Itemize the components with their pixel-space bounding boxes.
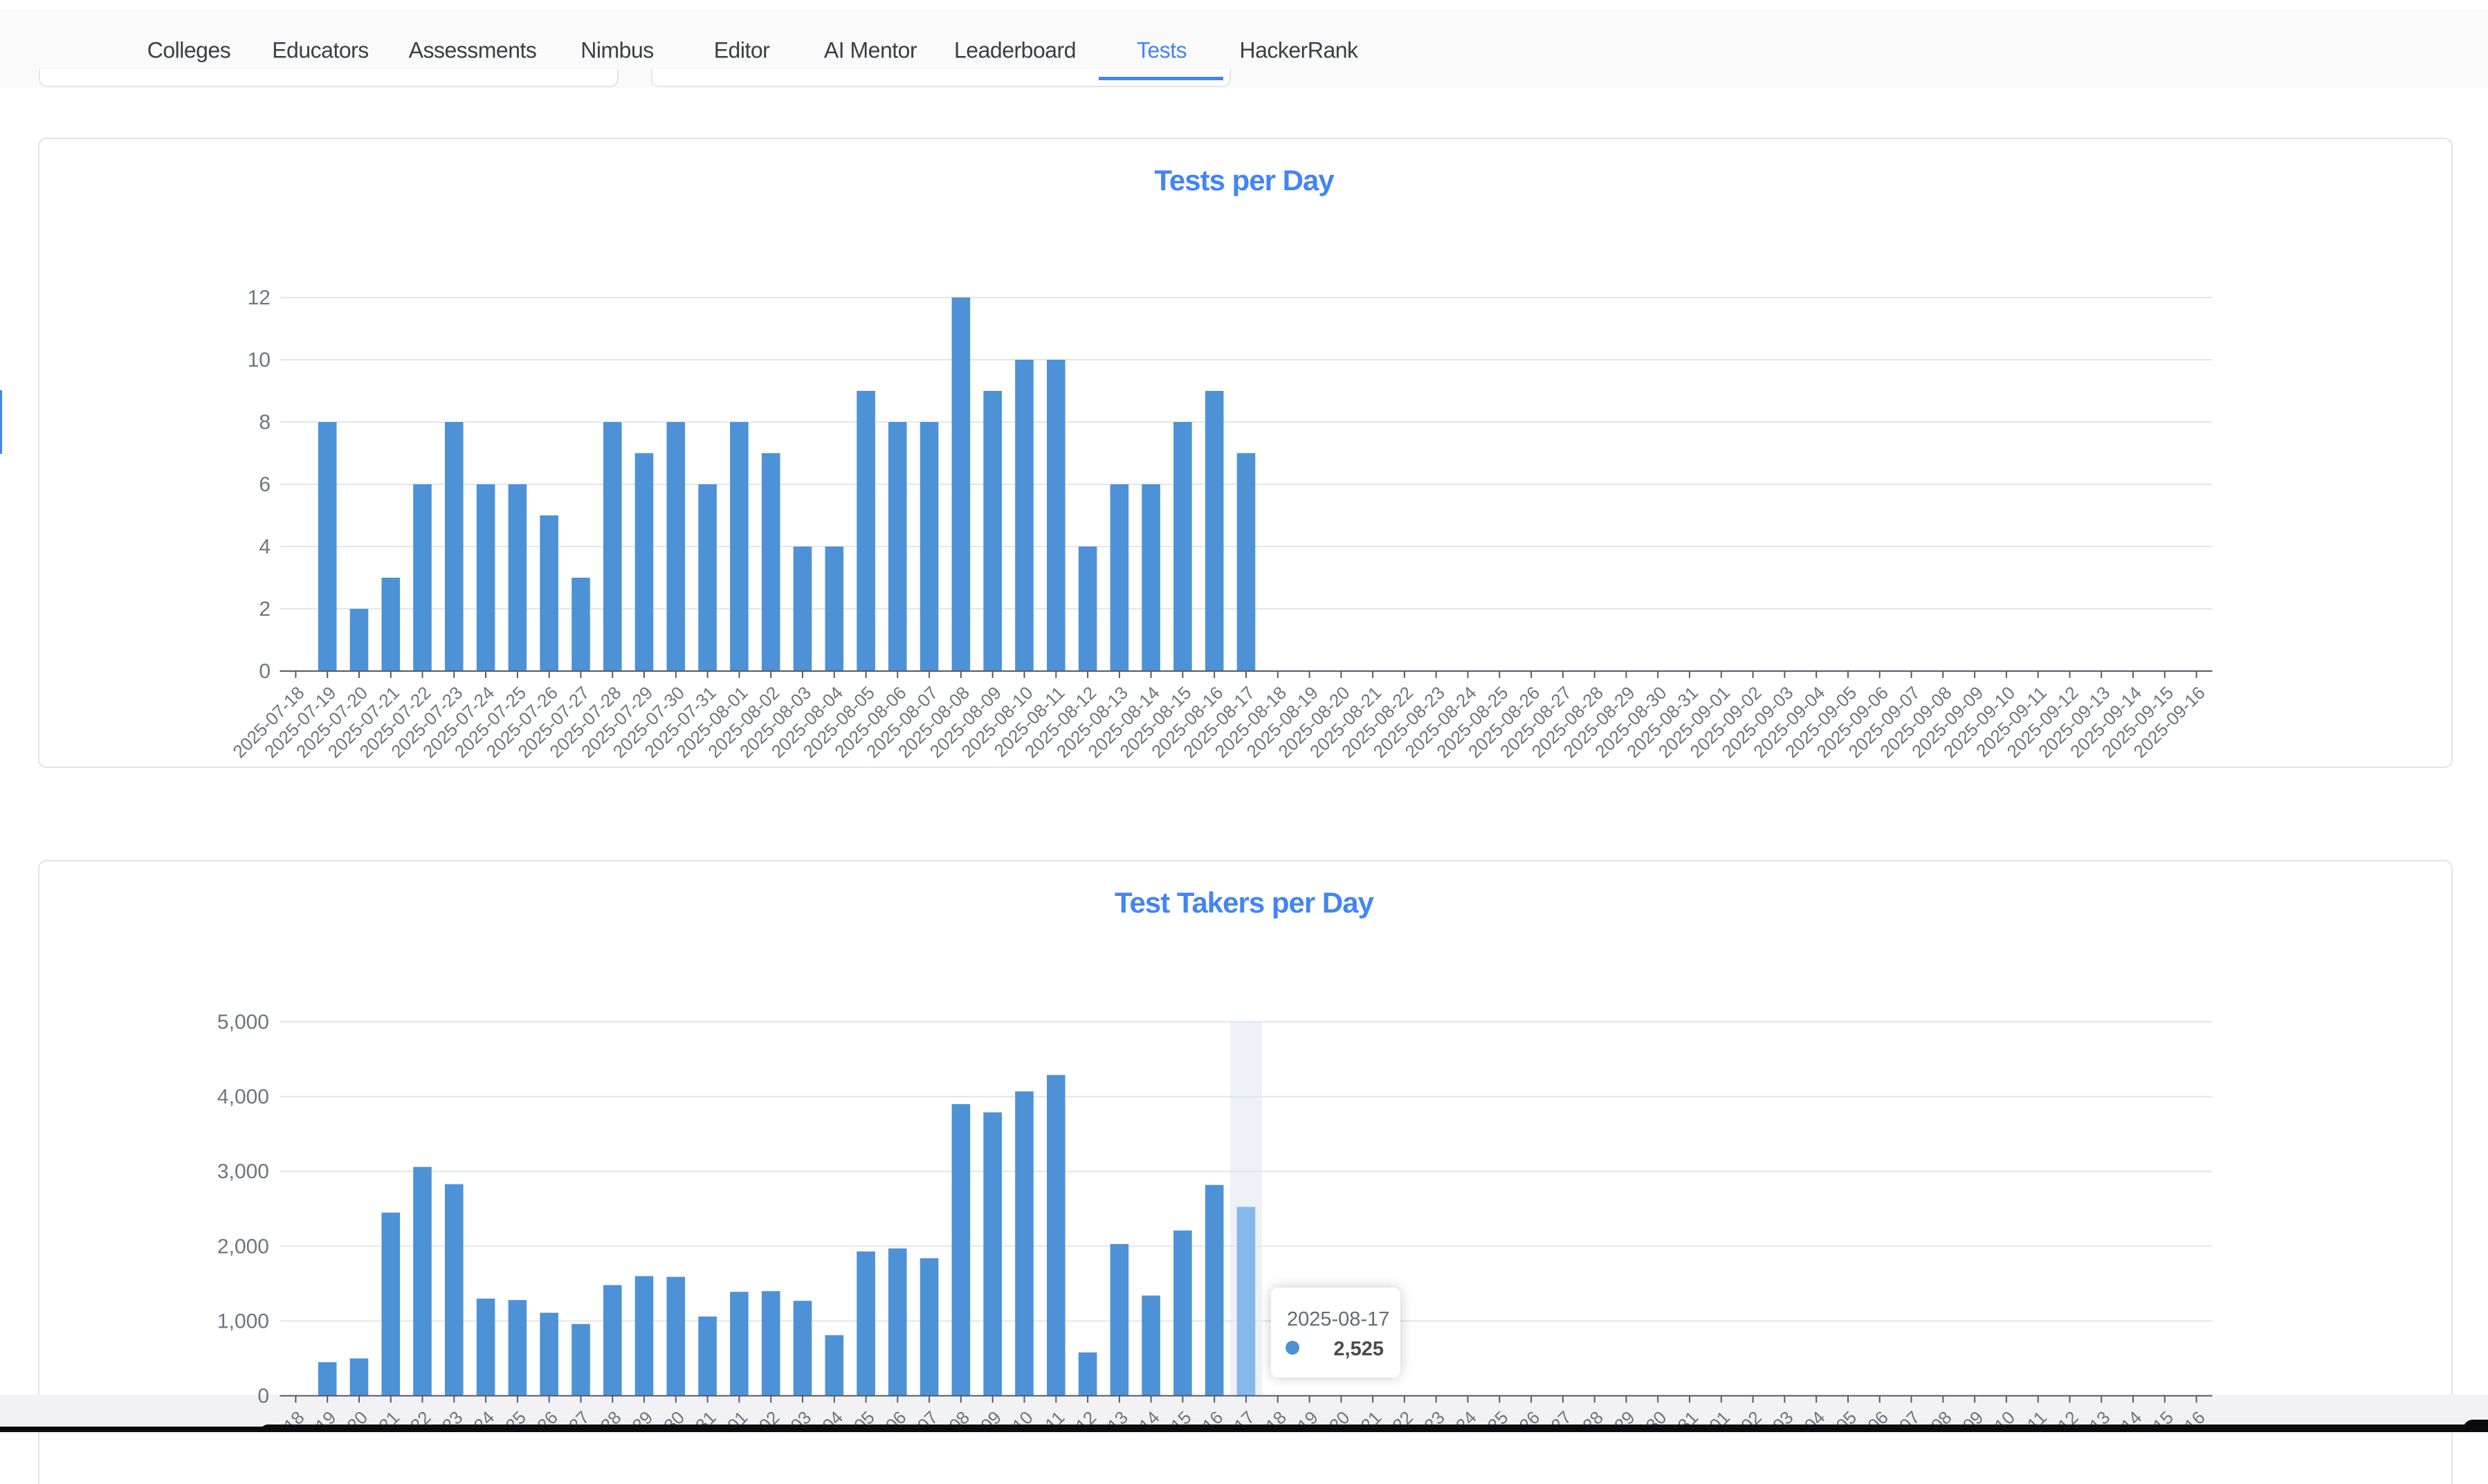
svg-text:0: 0 <box>257 1385 269 1408</box>
svg-text:1,000: 1,000 <box>217 1310 269 1332</box>
svg-text:3,000: 3,000 <box>217 1160 269 1183</box>
svg-text:4,000: 4,000 <box>217 1085 269 1108</box>
svg-text:5,000: 5,000 <box>217 1011 269 1034</box>
svg-text:2,000: 2,000 <box>217 1235 269 1258</box>
